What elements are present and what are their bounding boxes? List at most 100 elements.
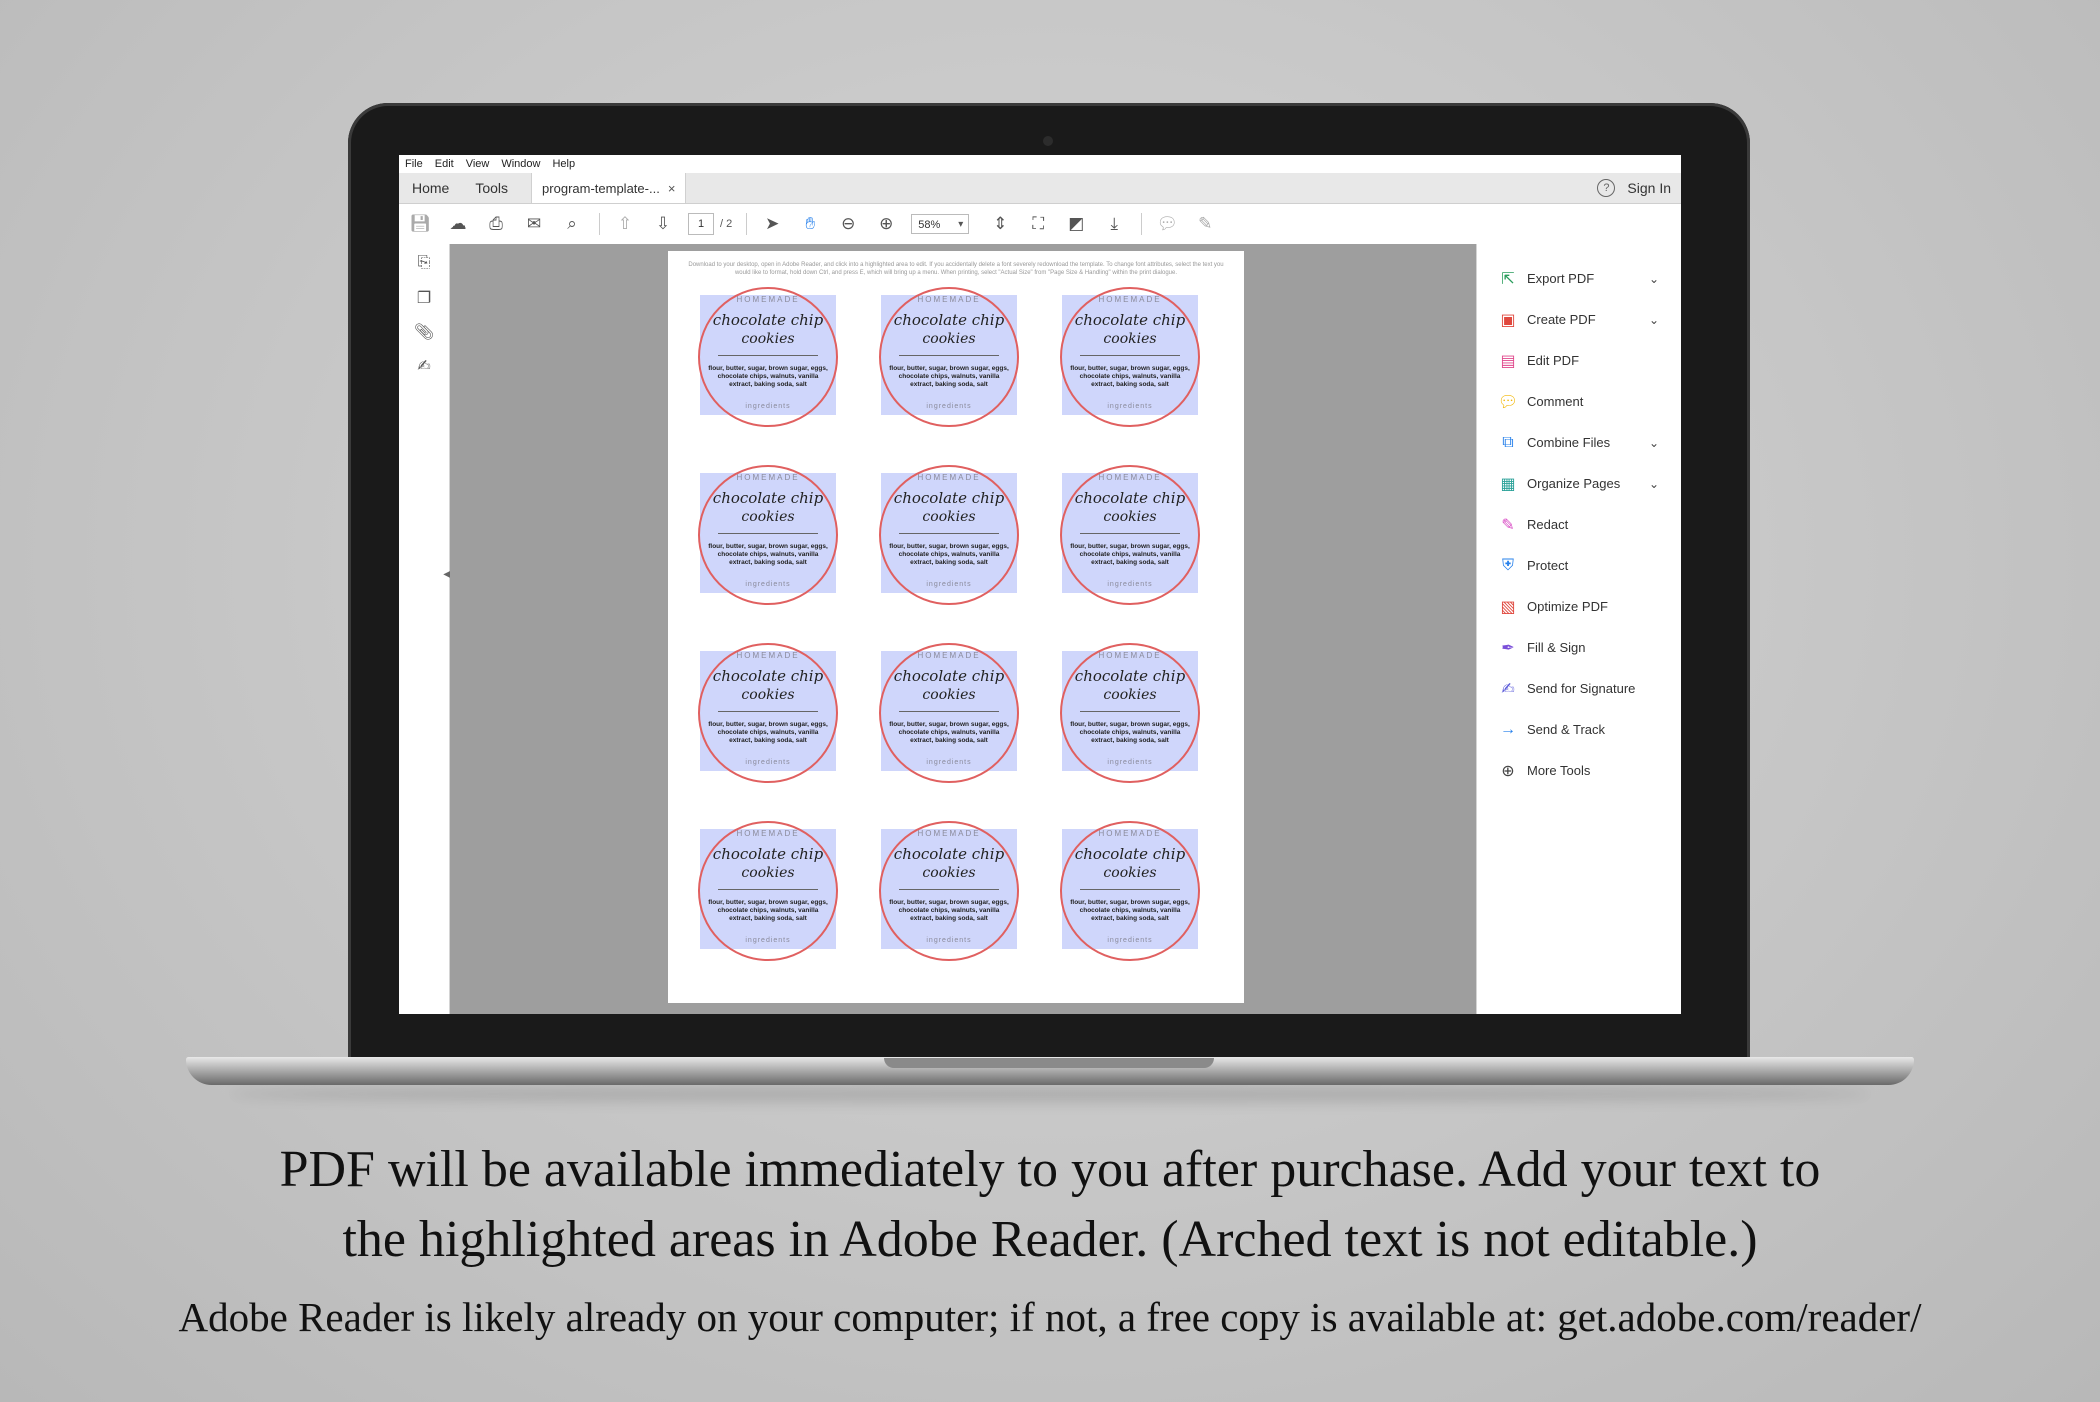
tool-create-pdf[interactable]: ▣ Create PDF ⌄ bbox=[1477, 299, 1681, 340]
comment-toolbar-icon[interactable]: 💬︎ bbox=[1154, 211, 1180, 237]
label-title-line-2[interactable]: cookies bbox=[698, 687, 838, 703]
label-title-line-1[interactable]: chocolate chip bbox=[1060, 489, 1200, 507]
label-ingredients[interactable]: flour, butter, sugar, brown sugar, eggs,… bbox=[708, 543, 828, 567]
label-title-line-2[interactable]: cookies bbox=[698, 509, 838, 525]
next-page-icon[interactable]: ⇩ bbox=[650, 211, 676, 237]
chevron-down-icon[interactable]: ⌄ bbox=[1649, 272, 1659, 286]
hand-tool-icon[interactable]: ✋︎ bbox=[797, 211, 823, 237]
select-cursor-icon[interactable]: ➤ bbox=[759, 211, 785, 237]
label-arched-top: HOMEMADE bbox=[736, 473, 800, 482]
save-icon[interactable]: 💾︎ bbox=[407, 211, 433, 237]
menu-file[interactable]: File bbox=[405, 158, 423, 170]
help-icon[interactable]: ? bbox=[1597, 179, 1616, 197]
label-arched-top: HOMEMADE bbox=[917, 473, 981, 482]
label-ingredients[interactable]: flour, butter, sugar, brown sugar, eggs,… bbox=[1070, 721, 1190, 745]
label-title-line-2[interactable]: cookies bbox=[698, 331, 838, 347]
label-divider bbox=[899, 889, 999, 890]
zoom-level-select[interactable]: 58% bbox=[911, 214, 970, 235]
label-title-line-2[interactable]: cookies bbox=[1060, 687, 1200, 703]
attachment-icon[interactable]: 📎︎ bbox=[413, 322, 435, 344]
label-ingredients[interactable]: flour, butter, sugar, brown sugar, eggs,… bbox=[1070, 899, 1190, 923]
tool-combine-files[interactable]: ⧉ Combine Files ⌄ bbox=[1477, 422, 1681, 463]
label-title-line-2[interactable]: cookies bbox=[1060, 509, 1200, 525]
combine-files-icon: ⧉ bbox=[1502, 433, 1514, 451]
pdf-page: Download to your desktop, open in Adobe … bbox=[668, 251, 1244, 1003]
menu-view[interactable]: View bbox=[466, 158, 490, 170]
tool-optimize-pdf[interactable]: ▧ Optimize PDF bbox=[1477, 586, 1681, 627]
label-title-line-1[interactable]: chocolate chip bbox=[1060, 311, 1200, 329]
cloud-upload-icon[interactable]: ☁ bbox=[445, 211, 471, 237]
search-icon[interactable]: ⌕ bbox=[559, 211, 585, 237]
label-title-line-1[interactable]: chocolate chip bbox=[698, 667, 838, 685]
document-viewer[interactable]: Download to your desktop, open in Adobe … bbox=[450, 244, 1476, 1014]
fit-page-icon[interactable]: ⛶ bbox=[1025, 211, 1051, 237]
tool-label: Combine Files bbox=[1527, 435, 1611, 450]
label-title-line-2[interactable]: cookies bbox=[879, 865, 1019, 881]
chevron-down-icon[interactable]: ⌄ bbox=[1649, 436, 1659, 450]
tab-home[interactable]: Home bbox=[399, 173, 462, 203]
tool-send-track[interactable]: → Send & Track bbox=[1477, 709, 1681, 750]
read-mode-icon[interactable]: ⤓ bbox=[1101, 211, 1127, 237]
tool-comment[interactable]: 💬︎ Comment bbox=[1477, 381, 1681, 422]
menu-edit[interactable]: Edit bbox=[435, 158, 454, 170]
tool-edit-pdf[interactable]: ▤ Edit PDF bbox=[1477, 340, 1681, 381]
send-track-icon: → bbox=[1500, 720, 1516, 738]
print-icon[interactable]: ⎙ bbox=[483, 211, 509, 237]
copy-pages-icon[interactable]: ❐ bbox=[413, 288, 435, 310]
label-arched-top: HOMEMADE bbox=[917, 295, 981, 304]
tool-more-tools[interactable]: ⊕ More Tools bbox=[1477, 750, 1681, 791]
label-title-line-2[interactable]: cookies bbox=[879, 509, 1019, 525]
email-icon[interactable]: ✉ bbox=[521, 211, 547, 237]
tool-fill-sign[interactable]: ✒ Fill & Sign bbox=[1477, 627, 1681, 668]
caption-line-1: PDF will be available immediately to you… bbox=[279, 1141, 1821, 1198]
label-title-line-2[interactable]: cookies bbox=[879, 687, 1019, 703]
label-ingredients[interactable]: flour, butter, sugar, brown sugar, eggs,… bbox=[708, 721, 828, 745]
label-ingredients[interactable]: flour, butter, sugar, brown sugar, eggs,… bbox=[889, 365, 1009, 389]
label-ingredients[interactable]: flour, butter, sugar, brown sugar, eggs,… bbox=[708, 365, 828, 389]
label-ingredients[interactable]: flour, butter, sugar, brown sugar, eggs,… bbox=[708, 899, 828, 923]
label-ingredients[interactable]: flour, butter, sugar, brown sugar, eggs,… bbox=[889, 899, 1009, 923]
tool-organize-pages[interactable]: ▦ Organize Pages ⌄ bbox=[1477, 463, 1681, 504]
zoom-out-icon[interactable]: ⊖ bbox=[835, 211, 861, 237]
zoom-in-icon[interactable]: ⊕ bbox=[873, 211, 899, 237]
label-title-line-1[interactable]: chocolate chip bbox=[698, 489, 838, 507]
label-ingredients[interactable]: flour, butter, sugar, brown sugar, eggs,… bbox=[1070, 365, 1190, 389]
label-title-line-2[interactable]: cookies bbox=[698, 865, 838, 881]
label-ingredients[interactable]: flour, butter, sugar, brown sugar, eggs,… bbox=[889, 543, 1009, 567]
signature-panel-icon[interactable]: ✍︎ bbox=[413, 356, 435, 378]
label-title-line-1[interactable]: chocolate chip bbox=[879, 845, 1019, 863]
pen-icon[interactable]: ✎ bbox=[1192, 211, 1218, 237]
label-title-line-1[interactable]: chocolate chip bbox=[698, 845, 838, 863]
label-title-line-1[interactable]: chocolate chip bbox=[1060, 667, 1200, 685]
page-thumbnails-icon[interactable]: ⎘ bbox=[413, 254, 435, 276]
label-divider bbox=[1080, 889, 1180, 890]
menu-window[interactable]: Window bbox=[501, 158, 540, 170]
menu-help[interactable]: Help bbox=[552, 158, 575, 170]
organize-pages-icon: ▦ bbox=[1500, 475, 1516, 493]
label-title-line-1[interactable]: chocolate chip bbox=[698, 311, 838, 329]
scroll-mode-icon[interactable]: ⇕ bbox=[987, 211, 1013, 237]
tab-document[interactable]: program-template-... × bbox=[531, 173, 687, 203]
full-screen-icon[interactable]: ◩ bbox=[1063, 211, 1089, 237]
close-icon[interactable]: × bbox=[668, 181, 676, 196]
label-ingredients[interactable]: flour, butter, sugar, brown sugar, eggs,… bbox=[889, 721, 1009, 745]
chevron-down-icon[interactable]: ⌄ bbox=[1649, 477, 1659, 491]
label-title-line-2[interactable]: cookies bbox=[1060, 331, 1200, 347]
sign-in-button[interactable]: Sign In bbox=[1627, 180, 1671, 196]
page-number-input[interactable]: 1 bbox=[688, 213, 714, 235]
label-title-line-2[interactable]: cookies bbox=[879, 331, 1019, 347]
label-title-line-1[interactable]: chocolate chip bbox=[1060, 845, 1200, 863]
previous-page-icon[interactable]: ⇧ bbox=[612, 211, 638, 237]
label-title-line-1[interactable]: chocolate chip bbox=[879, 311, 1019, 329]
tool-protect[interactable]: ⛨ Protect bbox=[1477, 545, 1681, 586]
label-title-line-1[interactable]: chocolate chip bbox=[879, 489, 1019, 507]
label-title-line-1[interactable]: chocolate chip bbox=[879, 667, 1019, 685]
label-title-line-2[interactable]: cookies bbox=[1060, 865, 1200, 881]
tool-send-for-signature[interactable]: ✍︎ Send for Signature bbox=[1477, 668, 1681, 709]
label-ingredients[interactable]: flour, butter, sugar, brown sugar, eggs,… bbox=[1070, 543, 1190, 567]
tool-redact[interactable]: ✎ Redact bbox=[1477, 504, 1681, 545]
tool-export-pdf[interactable]: ⇱ Export PDF ⌄ bbox=[1477, 258, 1681, 299]
chevron-down-icon[interactable]: ⌄ bbox=[1649, 313, 1659, 327]
label-arched-bottom: ingredients bbox=[1107, 937, 1153, 944]
tab-tools[interactable]: Tools bbox=[462, 173, 521, 203]
